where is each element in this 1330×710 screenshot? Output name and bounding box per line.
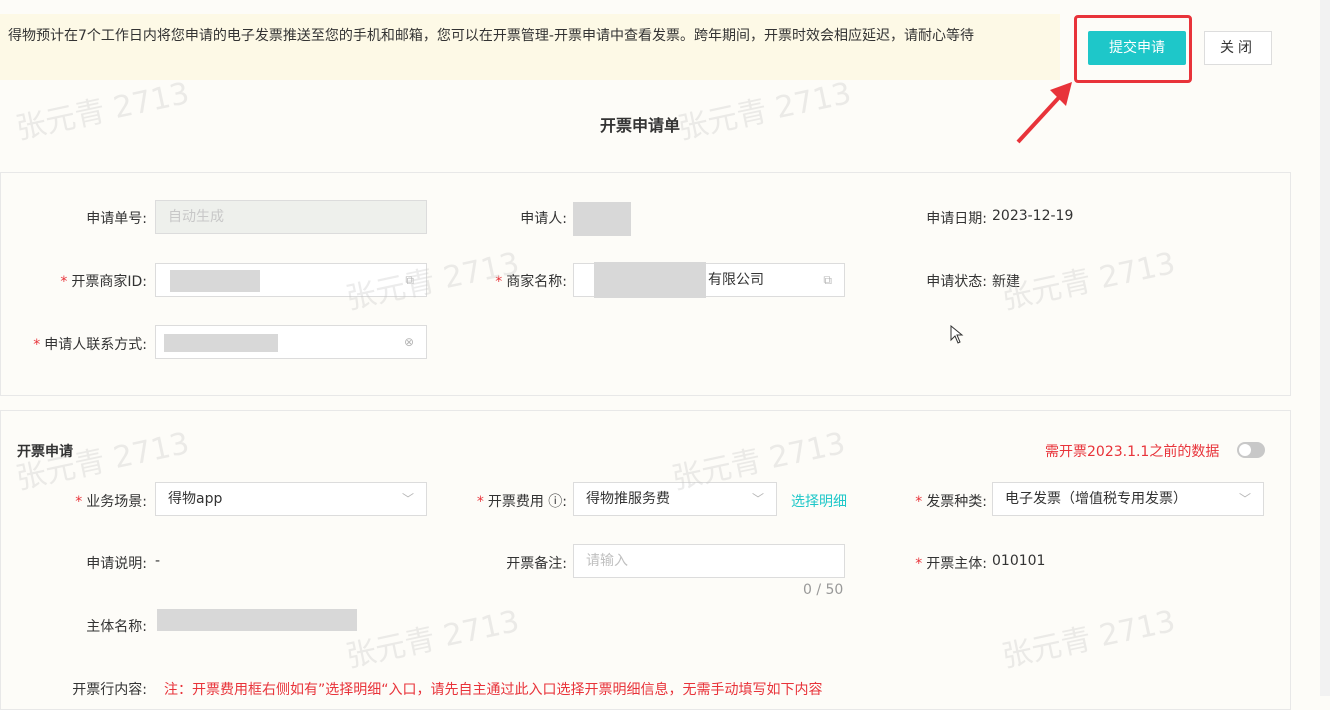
line-label: 开票行内容: [72,682,147,698]
contact-input[interactable]: ⊗ [155,325,427,359]
merchant-name-redacted [594,262,706,298]
scene-label-text: 业务场景: [86,494,147,510]
type-select[interactable]: 电子发票（增值税专用发票） ﹀ [992,482,1264,516]
merchant-id-label: * 开票商家ID: [60,274,147,290]
entity-label-text: 开票主体: [926,556,987,572]
apply-date-label: 申请日期: [926,211,987,227]
applicant-value-redacted [573,202,631,236]
merchant-id-redacted [170,270,260,292]
apply-date-value: 2023-12-19 [992,208,1074,224]
fee-label: * 开票费用 ⓘ: [476,494,567,510]
apply-no-placeholder: 自动生成 [168,209,224,225]
status-label: 申请状态: [926,274,987,290]
pre-2023-toggle[interactable] [1237,442,1265,458]
section-title: 开票申请 [17,444,73,460]
highlight-box [1074,15,1192,83]
desc-value: - [155,553,161,569]
merchant-id-label-text: 开票商家ID: [71,274,147,290]
fee-label-text: 开票费用 ⓘ: [487,494,567,510]
merchant-name-label-text: 商家名称: [506,274,567,290]
close-button[interactable]: 关闭 [1204,31,1272,65]
fee-select[interactable]: 得物推服务费 ﹀ [573,482,777,516]
scene-select[interactable]: 得物app ﹀ [155,482,427,516]
copy-icon[interactable]: ⧉ [823,264,832,296]
entity-name-redacted [157,609,357,631]
applicant-label: 申请人: [520,211,567,227]
fee-value: 得物推服务费 [586,491,670,507]
entity-value: 010101 [992,553,1046,569]
status-value: 新建 [992,274,1020,290]
chevron-down-icon: ﹀ [751,492,764,506]
type-label: * 发票种类: [915,494,987,510]
remark-label: 开票备注: [506,556,567,572]
page-scrollbar[interactable] [1320,0,1330,696]
chevron-down-icon: ﹀ [401,492,414,506]
entity-label: * 开票主体: [915,556,987,572]
apply-no-input: 自动生成 [155,200,427,234]
toggle-label: 需开票2023.1.1之前的数据 [1045,444,1220,460]
form-title: 开票申请单 [599,116,680,135]
toggle-knob [1239,444,1251,456]
mouse-cursor-icon [950,325,964,344]
merchant-name-value: 有限公司 [708,272,764,288]
notice-text: 得物预计在7个工作日内将您申请的电子发票推送至您的手机和邮箱，您可以在开票管理-… [8,28,974,44]
contact-label-text: 申请人联系方式: [44,337,147,353]
entity-name-label: 主体名称: [86,619,147,635]
page: { "notice": { "text": "得物预计在7个工作日内将您申请的电… [0,0,1330,710]
remark-input[interactable]: 请输入 [573,544,845,578]
line-note: 注：开票费用框右侧如有”选择明细“入口，请先自主通过此入口选择开票明细信息，无需… [164,682,823,698]
merchant-name-input[interactable]: 有限公司 ⧉ [573,262,845,298]
basic-info-panel: 申请单号: 自动生成 申请人: 申请日期: 2023-12-19 * 开票商家ID… [0,172,1291,396]
clear-icon[interactable]: ⊗ [404,326,414,358]
notice-banner: 得物预计在7个工作日内将您申请的电子发票推送至您的手机和邮箱，您可以在开票管理-… [0,14,1060,80]
contact-redacted [164,334,278,352]
chevron-down-icon: ﹀ [1238,492,1251,506]
contact-label: * 申请人联系方式: [33,337,147,353]
type-label-text: 发票种类: [926,494,987,510]
remark-placeholder: 请输入 [586,553,628,569]
scene-value: 得物app [168,491,223,507]
merchant-name-label: * 商家名称: [495,274,567,290]
copy-icon[interactable]: ⧉ [405,264,414,296]
invoice-panel: 开票申请 需开票2023.1.1之前的数据 * 业务场景: 得物app ﹀ * 开票… [0,410,1291,710]
select-detail-link[interactable]: 选择明细 [791,491,847,511]
type-value: 电子发票（增值税专用发票） [1005,491,1187,507]
scene-label: * 业务场景: [75,494,147,510]
apply-no-label: 申请单号: [86,211,147,227]
desc-label: 申请说明: [86,556,147,572]
merchant-id-input[interactable]: ⧉ [155,263,427,297]
remark-counter: 0 / 50 [803,582,844,598]
